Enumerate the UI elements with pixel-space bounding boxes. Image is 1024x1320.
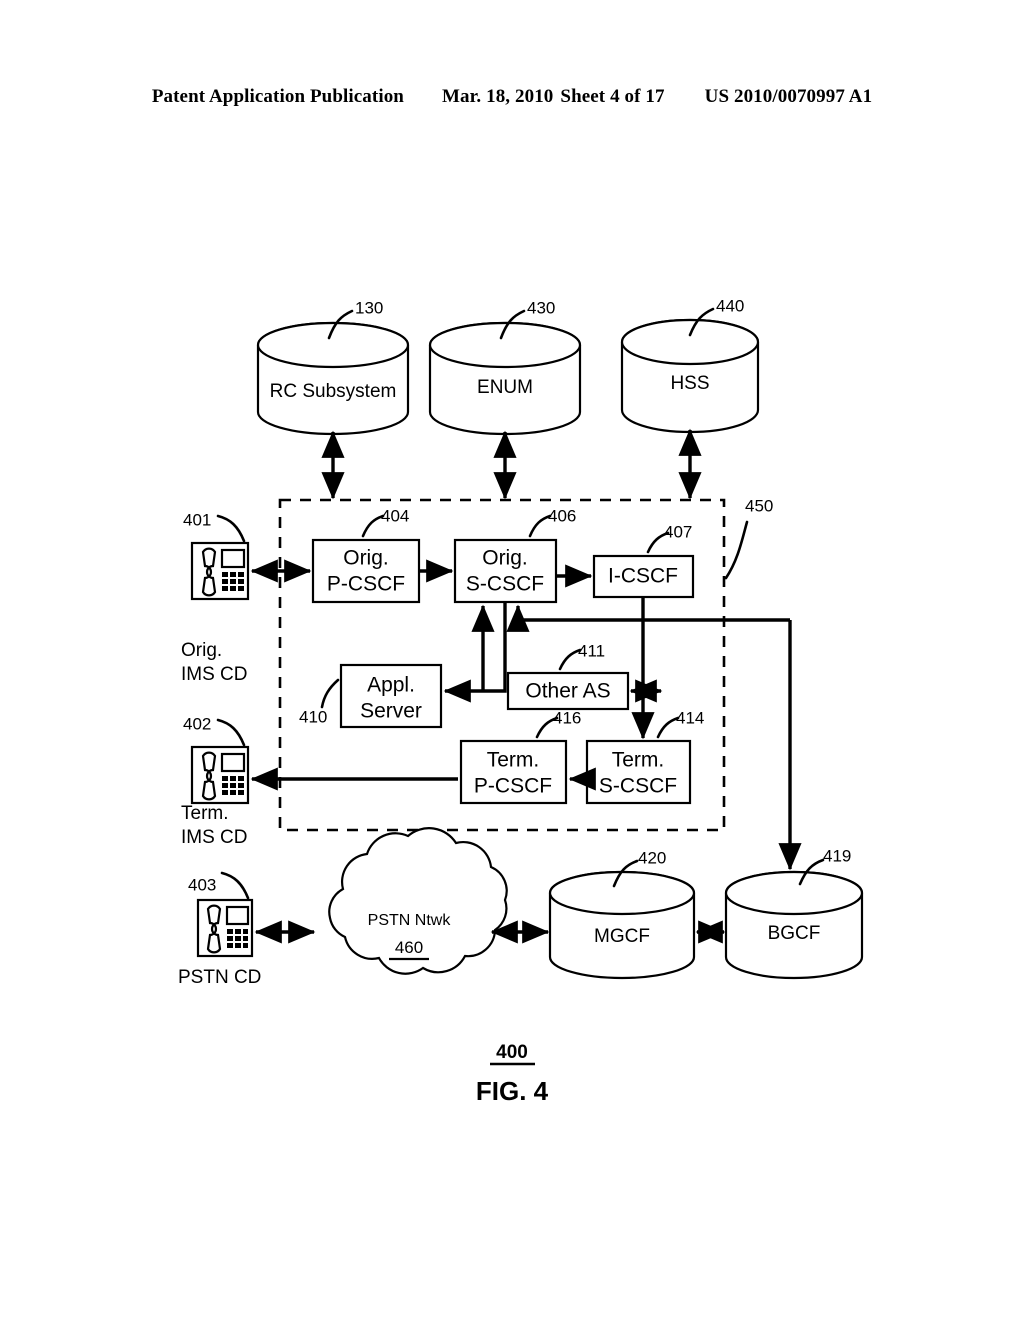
node-term-p-cscf: Term. P-CSCF 416: [459, 708, 581, 805]
boundary-leader: [724, 520, 749, 580]
node-label-line1: Appl.: [367, 674, 415, 697]
endpoint-term-ims-cd: 402: [183, 714, 250, 805]
node-label-line2: S-CSCF: [599, 775, 677, 798]
endpoint-label-line1: Orig.: [181, 640, 222, 661]
database-enum: ENUM 430: [428, 298, 582, 436]
database-label: ENUM: [477, 377, 533, 398]
database-hss: HSS 440: [620, 296, 760, 434]
reference-number: 402: [183, 714, 211, 733]
figure-reference-number: 400: [496, 1042, 528, 1063]
node-orig-p-cscf: Orig. P-CSCF 404: [311, 506, 421, 604]
figure-caption: FIG. 4: [476, 1076, 549, 1106]
reference-number: 411: [578, 641, 605, 660]
reference-number: 440: [716, 296, 744, 315]
reference-number-450: 450: [745, 496, 773, 515]
cloud-reference-number: 460: [395, 938, 423, 957]
cloud-label: PSTN Ntwk: [368, 912, 452, 929]
node-other-as: Other AS 411: [506, 641, 630, 711]
endpoint-label-line1: Term.: [181, 803, 229, 824]
reference-number: 407: [664, 522, 692, 541]
node-label-line1: Orig.: [482, 547, 528, 570]
reference-number: 430: [527, 298, 555, 317]
node-label-line2: S-CSCF: [466, 573, 544, 596]
node-label-line2: P-CSCF: [327, 573, 405, 596]
node-label-line1: Orig.: [343, 547, 389, 570]
database-rc-subsystem: RC Subsystem 130: [256, 298, 410, 436]
node-label-line1: Term.: [612, 749, 665, 772]
node-label-line2: P-CSCF: [474, 775, 552, 798]
reference-number: 406: [548, 506, 576, 525]
endpoint-orig-ims-cd: 401: [183, 510, 250, 601]
reference-number: 403: [188, 875, 216, 894]
reference-number: 420: [638, 848, 666, 867]
endpoint-label-line1: PSTN CD: [178, 967, 261, 988]
endpoint-label-line2: IMS CD: [181, 664, 248, 685]
reference-number: 130: [355, 298, 383, 317]
database-label: HSS: [670, 373, 709, 394]
gateway-label: MGCF: [594, 926, 650, 947]
node-i-cscf: I-CSCF 407: [592, 522, 695, 599]
reference-number: 414: [676, 708, 704, 727]
network-cloud-pstn: PSTN Ntwk 460: [328, 827, 508, 975]
node-label-line2: Server: [360, 700, 422, 723]
link-return-bus-to-orig-s-cscf: [506, 604, 790, 632]
node-label-line1: Term.: [487, 749, 540, 772]
database-label: RC Subsystem: [270, 381, 397, 402]
phone-keypad: [227, 929, 248, 948]
node-appl-server: Appl. Server 410: [299, 663, 443, 729]
phone-keypad: [222, 776, 244, 795]
reference-number: 410: [299, 707, 327, 726]
link-trunk-to-appl-server: [443, 602, 507, 703]
reference-number: 416: [553, 708, 581, 727]
node-label-line1: Other AS: [525, 680, 610, 703]
endpoint-label-line2: IMS CD: [181, 827, 248, 848]
node-term-s-cscf: Term. S-CSCF 414: [585, 708, 704, 805]
endpoint-pstn-cd: 403: [188, 871, 254, 958]
gateway-label: BGCF: [768, 923, 821, 944]
gateway-mgcf: MGCF 420: [548, 848, 696, 980]
gateway-bgcf: BGCF 419: [724, 846, 864, 980]
phone-keypad: [222, 572, 244, 591]
reference-number: 401: [183, 510, 211, 529]
node-label-line1: I-CSCF: [608, 565, 678, 588]
patent-figure-400: RC Subsystem 130 ENUM 430 HSS 440 450 40…: [0, 0, 1024, 1320]
reference-number: 404: [381, 506, 409, 525]
reference-number: 419: [823, 846, 851, 865]
node-orig-s-cscf: Orig. S-CSCF 406: [453, 506, 576, 604]
